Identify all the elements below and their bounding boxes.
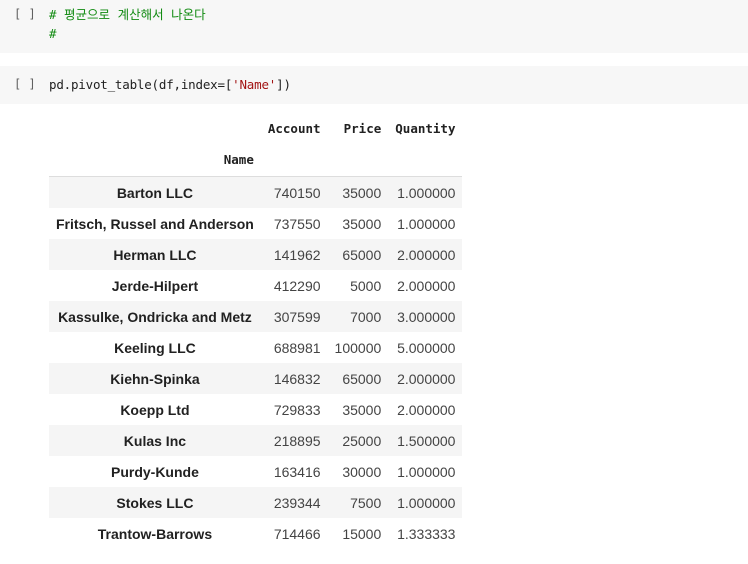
cell-account: 307599 xyxy=(273,308,321,325)
cell-account: 714466 xyxy=(273,525,321,542)
table-row: Barton LLC 740150 35000 1.000000 xyxy=(49,176,463,208)
table-row: Jerde-Hilpert 412290 5000 2.000000 xyxy=(49,270,463,301)
cell-price: 15000 xyxy=(342,525,382,542)
cell-quantity: 2.000000 xyxy=(397,246,456,263)
row-index-name: Barton LLC xyxy=(116,184,194,201)
cell-account: 239344 xyxy=(273,494,321,511)
cell-account: 688981 xyxy=(273,339,321,356)
cell-price: 65000 xyxy=(342,370,382,387)
table-row: Purdy-Kunde 163416 30000 1.000000 xyxy=(49,456,463,487)
cell-price: 35000 xyxy=(342,215,382,232)
cell-account: 412290 xyxy=(273,277,321,294)
table-row: Keeling LLC 688981 100000 5.000000 xyxy=(49,332,463,363)
code-text: ]) xyxy=(276,77,291,92)
row-index-name: Herman LLC xyxy=(113,246,197,263)
cell-quantity: 2.000000 xyxy=(397,370,456,387)
cell-quantity: 2.000000 xyxy=(397,277,456,294)
cell-price: 35000 xyxy=(342,401,382,418)
cell-account: 729833 xyxy=(273,401,321,418)
table-row: Fritsch, Russel and Anderson 737550 3500… xyxy=(49,208,463,239)
cell-quantity: 1.000000 xyxy=(397,494,456,511)
table-row: Kassulke, Ondricka and Metz 307599 7000 … xyxy=(49,301,463,332)
cell-account: 163416 xyxy=(273,463,321,480)
row-index-name: Kiehn-Spinka xyxy=(110,370,200,387)
cell-quantity: 1.333333 xyxy=(397,525,456,542)
row-index-name: Koepp Ltd xyxy=(120,401,190,418)
cell-price: 30000 xyxy=(342,463,382,480)
cell-quantity: 2.000000 xyxy=(397,401,456,418)
row-index-name: Jerde-Hilpert xyxy=(111,277,199,294)
cell-price: 7500 xyxy=(350,494,382,511)
code-editor[interactable]: # 평균으로 계산해서 나온다 # xyxy=(49,5,206,43)
table-row: Trantow-Barrows 714466 15000 1.333333 xyxy=(49,518,463,549)
column-header-account: Account xyxy=(267,120,321,136)
table-row: Stokes LLC 239344 7500 1.000000 xyxy=(49,487,463,518)
cell-account: 740150 xyxy=(273,184,321,201)
cell-price: 25000 xyxy=(342,432,382,449)
cell-quantity: 1.000000 xyxy=(397,184,456,201)
index-name-blank xyxy=(260,142,328,177)
cell-quantity: 1.500000 xyxy=(397,432,456,449)
code-line-comment: # 평균으로 계산해서 나온다 xyxy=(49,7,206,22)
table-row: Kulas Inc 218895 25000 1.500000 xyxy=(49,425,463,456)
cell-quantity: 1.000000 xyxy=(397,463,456,480)
cell-account: 141962 xyxy=(273,246,321,263)
index-name-blank xyxy=(327,142,389,177)
index-name-blank xyxy=(388,142,463,177)
run-cell-button[interactable]: [ ] xyxy=(14,77,36,91)
cell-account: 737550 xyxy=(273,215,321,232)
index-name-header: Name xyxy=(49,142,261,177)
cell-account: 218895 xyxy=(273,432,321,449)
row-index-name: Kassulke, Ondricka and Metz xyxy=(58,308,252,325)
column-header-price: Price xyxy=(343,120,382,136)
cell-price: 35000 xyxy=(342,184,382,201)
row-index-name: Stokes LLC xyxy=(116,494,194,511)
run-cell-button[interactable]: [ ] xyxy=(14,7,36,21)
dataframe-table: Account Price Quantity Name Barton LLC 7… xyxy=(49,114,463,549)
code-text: pd.pivot_table(df,index=[ xyxy=(49,77,233,92)
row-index-name: Kulas Inc xyxy=(123,432,187,449)
cell-price: 5000 xyxy=(350,277,382,294)
code-string-literal: 'Name' xyxy=(232,77,277,92)
code-line-comment: # xyxy=(49,26,57,41)
code-cell-comment[interactable]: [ ] # 평균으로 계산해서 나온다 # xyxy=(0,0,748,53)
code-cell-pivot-table[interactable]: [ ] pd.pivot_table(df,index=['Name']) xyxy=(0,66,748,104)
row-index-name: Purdy-Kunde xyxy=(110,463,199,480)
cell-price: 65000 xyxy=(342,246,382,263)
row-index-name: Trantow-Barrows xyxy=(97,525,213,542)
cell-account: 146832 xyxy=(273,370,321,387)
table-row: Kiehn-Spinka 146832 65000 2.000000 xyxy=(49,363,463,394)
row-index-name: Fritsch, Russel and Anderson xyxy=(56,215,254,232)
cell-price: 7000 xyxy=(350,308,382,325)
cell-quantity: 1.000000 xyxy=(397,215,456,232)
cell-quantity: 3.000000 xyxy=(397,308,456,325)
table-row: Herman LLC 141962 65000 2.000000 xyxy=(49,239,463,270)
code-editor[interactable]: pd.pivot_table(df,index=['Name']) xyxy=(49,75,291,94)
cell-price: 100000 xyxy=(334,339,382,356)
column-header-row: Account Price Quantity xyxy=(49,114,462,142)
table-row: Koepp Ltd 729833 35000 2.000000 xyxy=(49,394,463,425)
column-header-quantity: Quantity xyxy=(395,120,456,136)
cell-quantity: 5.000000 xyxy=(397,339,456,356)
index-name-row: Name xyxy=(49,142,463,177)
row-index-name: Keeling LLC xyxy=(114,339,196,356)
index-header-blank xyxy=(49,114,261,142)
cell-output: Account Price Quantity Name Barton LLC 7… xyxy=(49,114,463,549)
